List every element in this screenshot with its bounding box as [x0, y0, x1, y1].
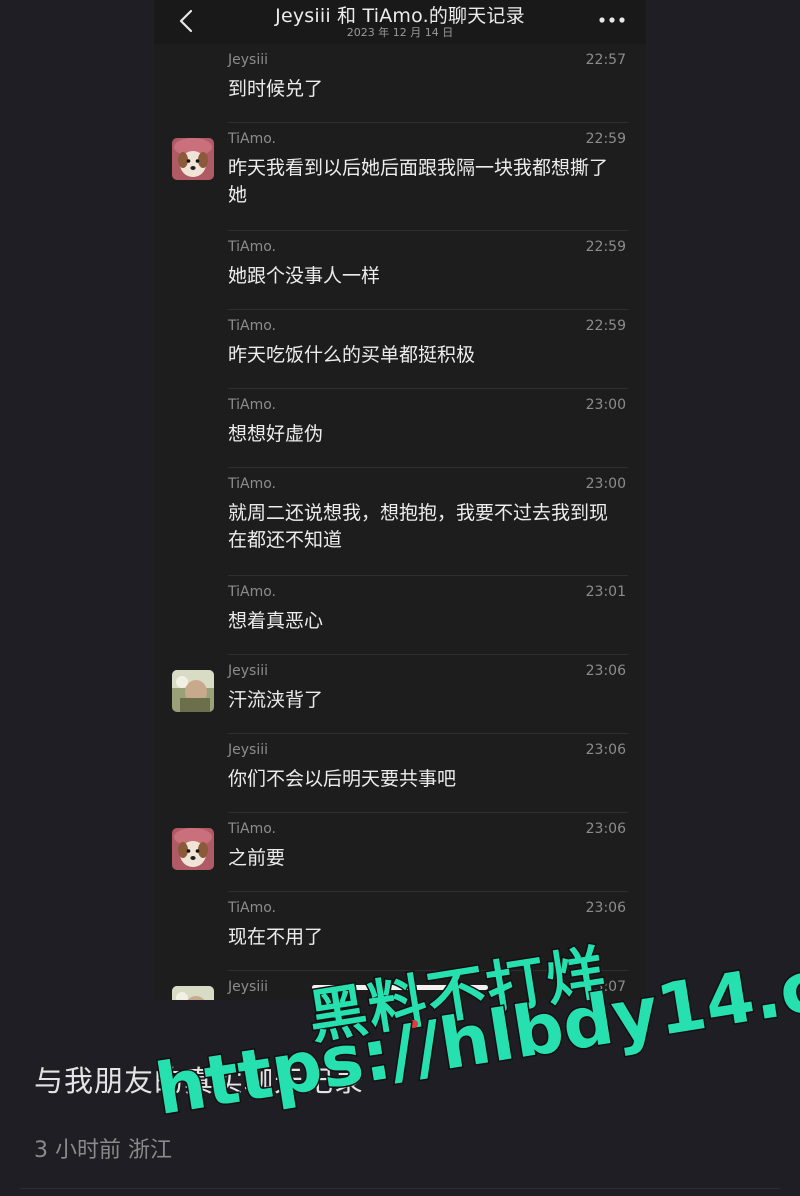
message-time: 23:01 [585, 584, 626, 600]
message-item: TiAmo. 23:06 之前要 [154, 813, 646, 892]
message-time: 23:00 [585, 476, 626, 492]
message-text: 昨天吃饭什么的买单都挺积极 [228, 344, 476, 366]
message-sender: TiAmo. [228, 900, 276, 916]
message-list: Jeysiii 22:57 到时候兑了 TiAmo. 22:59 昨天我看到以后… [154, 44, 646, 1000]
message-sender: Jeysiii [228, 52, 268, 68]
message-item: TiAmo. 23:00 想想好虚伪 [154, 389, 646, 468]
message-text: 想着真恶心 [228, 610, 324, 632]
person-avatar[interactable] [172, 670, 214, 712]
message-time: 23:06 [585, 900, 626, 916]
message-time: 23:06 [585, 821, 626, 837]
message-time: 23:06 [585, 742, 626, 758]
message-text: 就周二还说想我，想抱抱，我要不过去我到现在都还不知道 [228, 502, 609, 551]
message-sender: Jeysiii [228, 742, 268, 758]
person-avatar[interactable] [172, 986, 214, 1000]
message-text: 之前要 [228, 847, 286, 869]
dog-avatar[interactable] [172, 138, 214, 180]
message-item: Jeysiii 23:06 你们不会以后明天要共事吧 [154, 734, 646, 813]
message-sender: TiAmo. [228, 821, 276, 837]
message-text: 她跟个没事人一样 [228, 265, 381, 287]
message-text: 汗流浃背了 [228, 689, 324, 711]
message-sender: Jeysiii [228, 663, 268, 679]
divider [20, 1188, 780, 1189]
chat-date: 2023 年 12 月 14 日 [346, 26, 454, 39]
message-time: 22:59 [585, 318, 626, 334]
message-text: 昨天我看到以后她后面跟我隔一块我都想撕了她 [228, 157, 609, 206]
message-text: 想想好虚伪 [228, 423, 324, 445]
message-item: Jeysiii 22:57 到时候兑了 [154, 44, 646, 123]
dog-avatar[interactable] [172, 828, 214, 870]
message-text: 你们不会以后明天要共事吧 [228, 768, 457, 790]
message-sender: TiAmo. [228, 131, 276, 147]
message-item: TiAmo. 22:59 昨天吃饭什么的买单都挺积极 [154, 310, 646, 389]
message-time: 22:59 [585, 239, 626, 255]
chat-history-screenshot: Jeysiii 和 TiAmo.的聊天记录 2023 年 12 月 14 日 J… [154, 0, 646, 1000]
message-text: 到时候兑了 [228, 78, 324, 100]
message-sender: TiAmo. [228, 476, 276, 492]
message-item: Jeysiii 23:06 汗流浃背了 [154, 655, 646, 734]
message-time: 23:06 [585, 663, 626, 679]
message-item: TiAmo. 22:59 她跟个没事人一样 [154, 231, 646, 310]
message-item: TiAmo. 22:59 昨天我看到以后她后面跟我隔一块我都想撕了她 [154, 123, 646, 231]
message-sender: TiAmo. [228, 397, 276, 413]
message-sender: Jeysiii [228, 979, 268, 995]
chat-header: Jeysiii 和 TiAmo.的聊天记录 2023 年 12 月 14 日 [154, 0, 646, 44]
message-item: TiAmo. 23:00 就周二还说想我，想抱抱，我要不过去我到现在都还不知道 [154, 468, 646, 576]
message-sender: TiAmo. [228, 239, 276, 255]
message-sender: TiAmo. [228, 584, 276, 600]
message-sender: TiAmo. [228, 318, 276, 334]
post-meta: 3 小时前 浙江 [34, 1138, 172, 1163]
message-time: 23:00 [585, 397, 626, 413]
message-item: TiAmo. 23:01 想着真恶心 [154, 576, 646, 655]
message-time: 22:57 [585, 52, 626, 68]
more-options-icon[interactable] [598, 14, 626, 26]
message-time: 22:59 [585, 131, 626, 147]
